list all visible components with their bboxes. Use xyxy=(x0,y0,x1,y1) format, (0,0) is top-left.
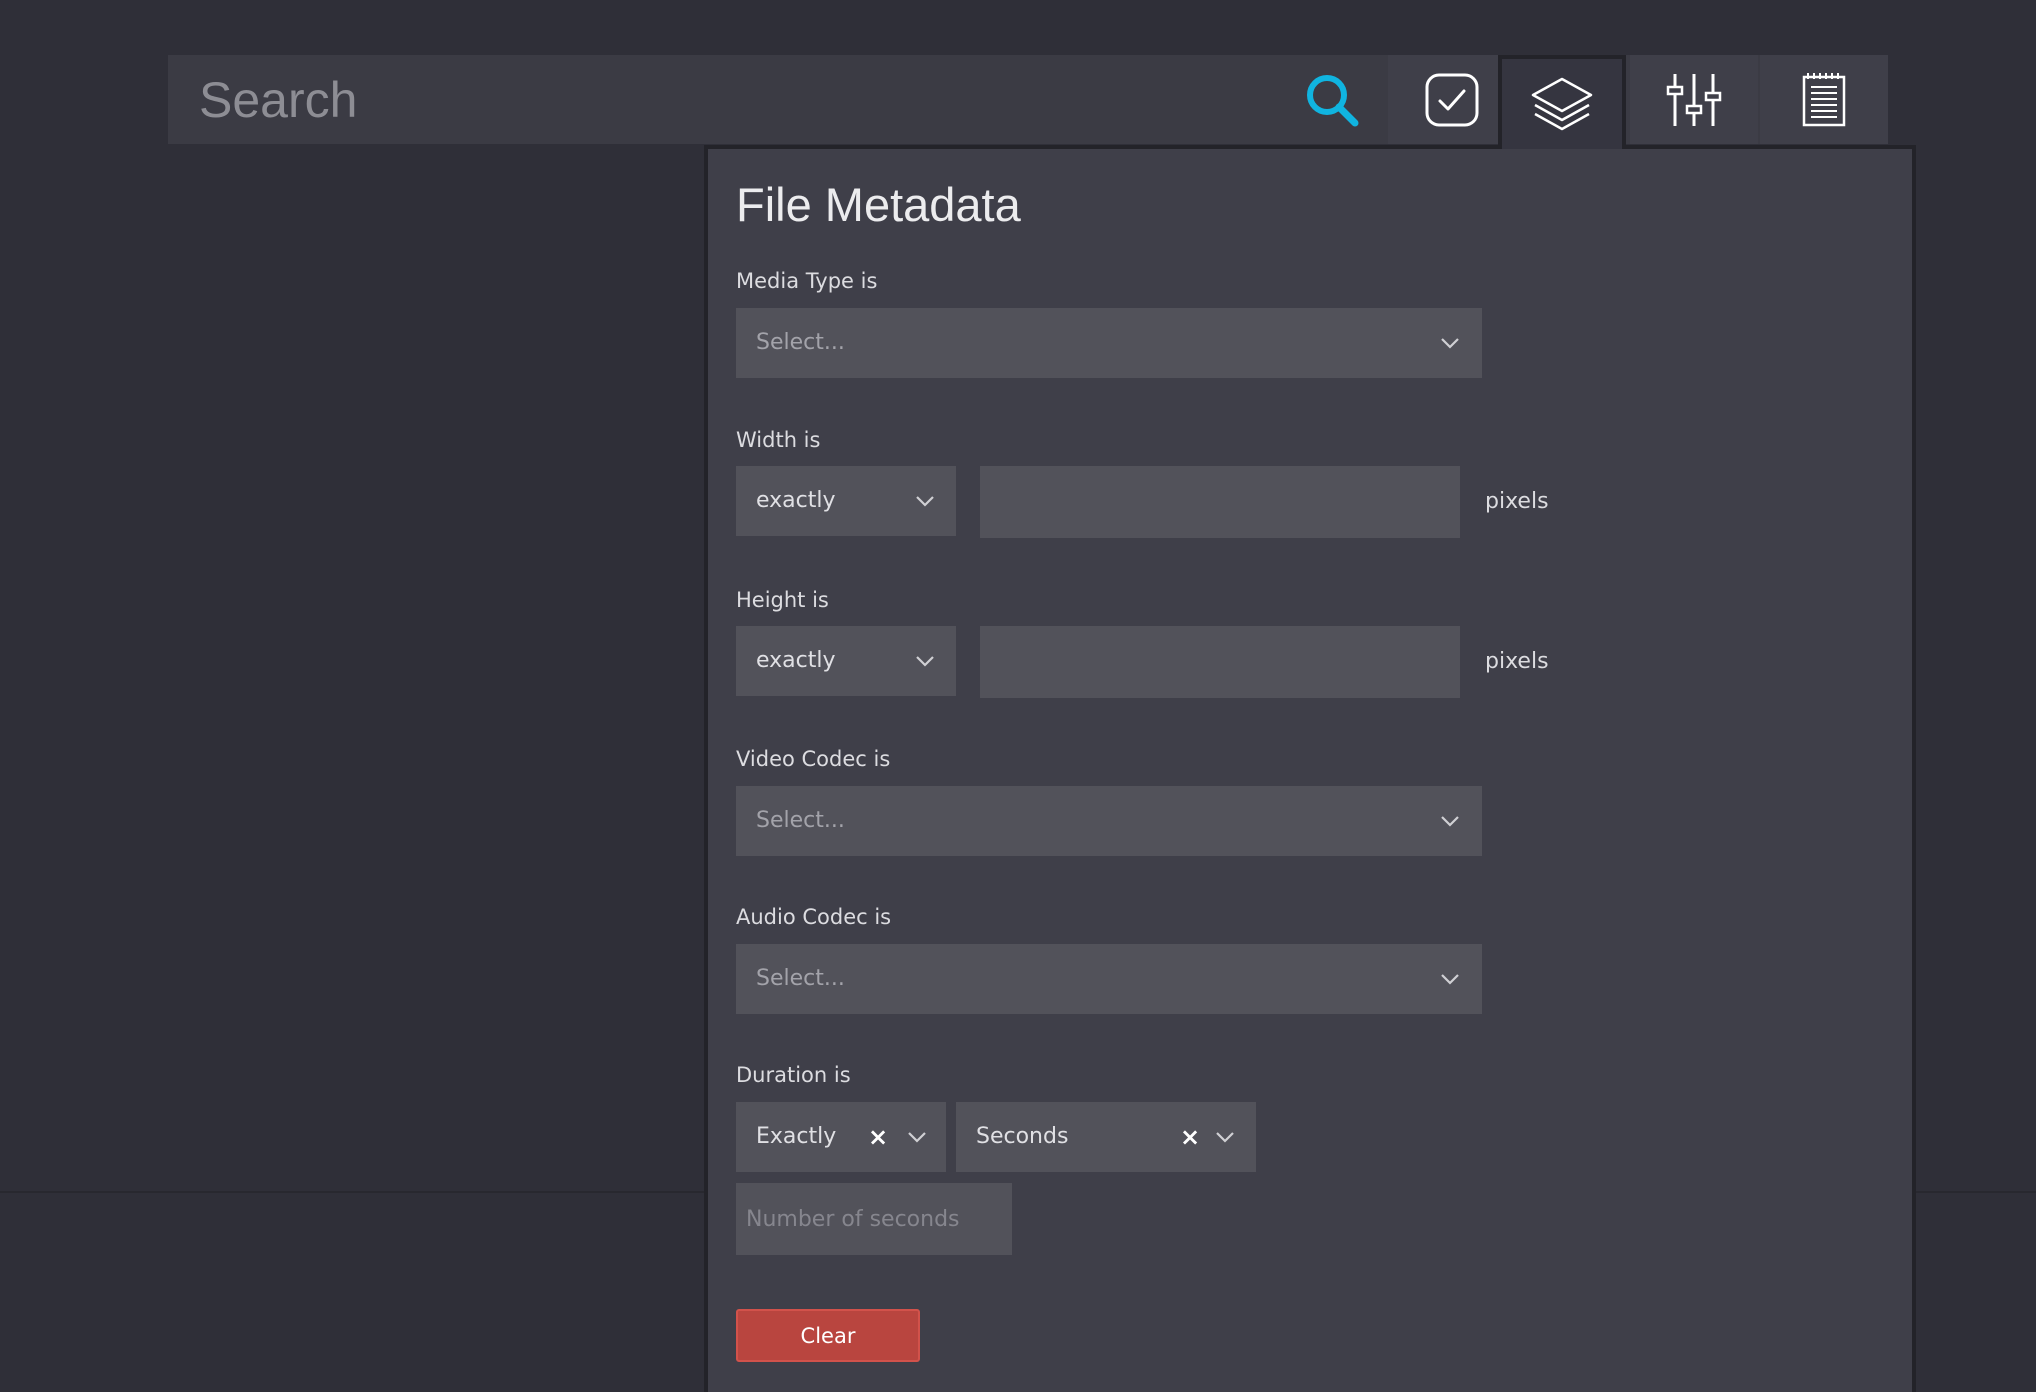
clear-duration-unit-icon[interactable]: × xyxy=(1178,1123,1202,1151)
audio-codec-select[interactable]: Select... xyxy=(736,944,1482,1014)
chevron-down-icon xyxy=(916,656,934,667)
video-codec-select[interactable]: Select... xyxy=(736,786,1482,856)
media-type-select-value: Select... xyxy=(756,330,845,355)
notepad-icon xyxy=(1802,72,1846,126)
width-operator-select[interactable]: exactly xyxy=(736,466,956,536)
width-unit-label: pixels xyxy=(1485,489,1549,514)
audio-codec-label: Audio Codec is xyxy=(736,905,892,929)
sliders-tool-button[interactable] xyxy=(1630,55,1758,144)
video-codec-select-value: Select... xyxy=(756,808,845,833)
chevron-down-icon xyxy=(1216,1132,1234,1143)
height-operator-value: exactly xyxy=(756,648,836,673)
audio-codec-select-value: Select... xyxy=(756,966,845,991)
duration-operator-select[interactable]: Exactly × xyxy=(736,1102,946,1172)
sliders-icon xyxy=(1666,73,1722,126)
search-bar xyxy=(168,55,1888,149)
duration-unit-value: Seconds xyxy=(976,1124,1069,1149)
clear-button[interactable]: Clear xyxy=(736,1309,920,1362)
width-operator-value: exactly xyxy=(756,488,836,513)
layers-icon xyxy=(1531,77,1593,131)
chevron-down-icon xyxy=(916,496,934,507)
layers-tool-button[interactable] xyxy=(1498,55,1626,149)
notepad-tool-button[interactable] xyxy=(1760,55,1888,144)
chevron-down-icon xyxy=(1441,816,1459,827)
height-label: Height is xyxy=(736,588,829,612)
media-type-select[interactable]: Select... xyxy=(736,308,1482,378)
video-codec-label: Video Codec is xyxy=(736,747,891,771)
search-button[interactable] xyxy=(1288,55,1376,144)
height-operator-select[interactable]: exactly xyxy=(736,626,956,696)
chevron-down-icon xyxy=(908,1132,926,1143)
search-icon xyxy=(1307,74,1359,126)
checkbox-tool-button[interactable] xyxy=(1388,55,1516,144)
duration-operator-value: Exactly xyxy=(756,1124,837,1149)
search-input[interactable] xyxy=(168,55,1278,144)
chevron-down-icon xyxy=(1441,338,1459,349)
duration-unit-select[interactable]: Seconds × xyxy=(956,1102,1256,1172)
file-metadata-panel: File Metadata Media Type is Select... Wi… xyxy=(704,145,1916,1392)
chevron-down-icon xyxy=(1441,974,1459,985)
duration-label: Duration is xyxy=(736,1063,851,1087)
width-label: Width is xyxy=(736,428,821,452)
height-value-input[interactable] xyxy=(980,626,1460,698)
width-value-input[interactable] xyxy=(980,466,1460,538)
duration-seconds-input[interactable] xyxy=(736,1183,1012,1255)
checkbox-icon xyxy=(1425,73,1479,126)
media-type-label: Media Type is xyxy=(736,269,878,293)
panel-title: File Metadata xyxy=(736,178,1021,231)
height-unit-label: pixels xyxy=(1485,649,1549,674)
clear-duration-operator-icon[interactable]: × xyxy=(866,1123,890,1151)
